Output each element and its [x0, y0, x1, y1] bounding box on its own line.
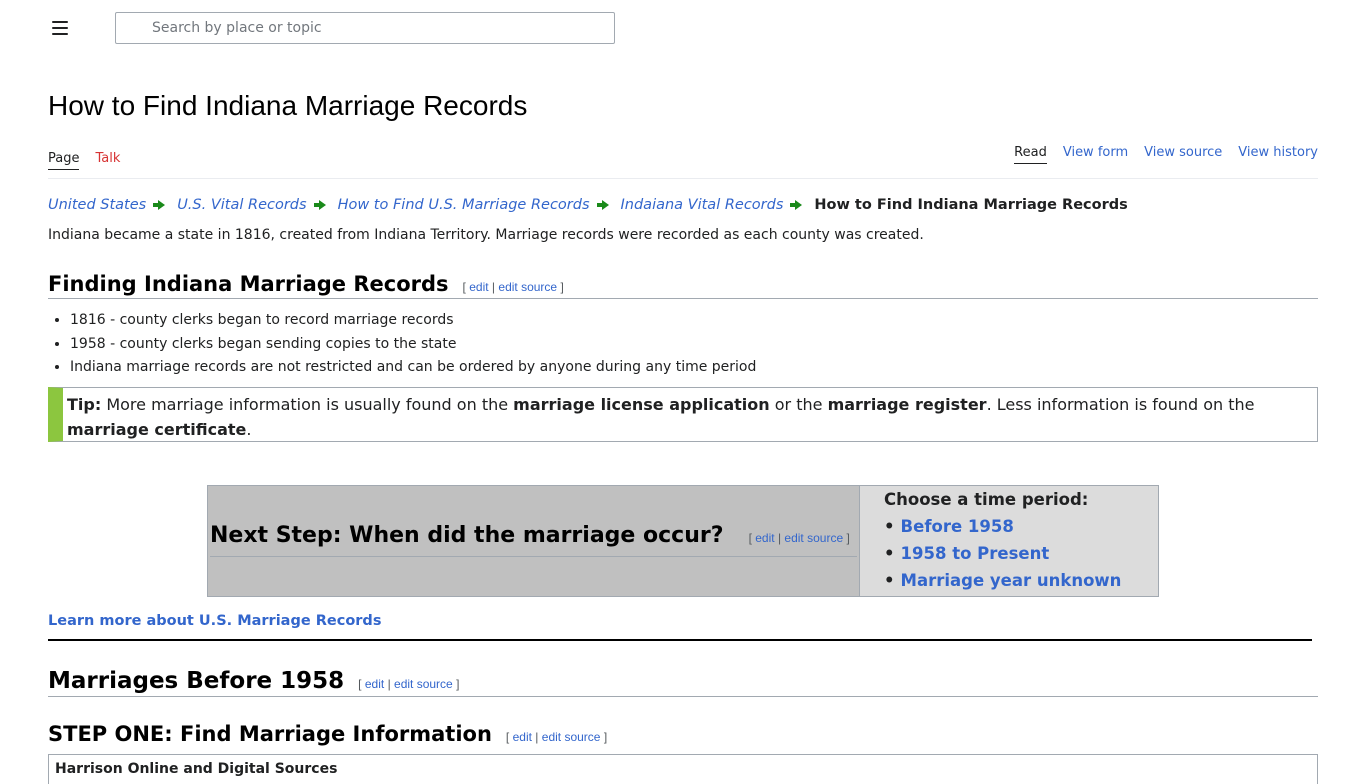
step-one-box: Harrison Online and Digital Sources: [48, 754, 1318, 784]
edit-link[interactable]: edit: [755, 531, 774, 545]
edit-link[interactable]: edit: [365, 677, 384, 691]
edit-section-links: [ edit | edit source ]: [505, 730, 608, 744]
edit-section-links: [ edit | edit source ]: [462, 280, 564, 294]
list-item: Before 1958: [884, 513, 1158, 540]
tip-label: Tip:: [67, 395, 102, 414]
list-item: 1958 - county clerks began sending copie…: [70, 333, 756, 357]
section-heading-next-step: Next Step: When did the marriage occur? …: [210, 520, 857, 557]
search-input[interactable]: [116, 13, 614, 43]
section-heading-step-one: STEP ONE: Find Marriage Information [ ed…: [48, 722, 607, 746]
link-before-1958[interactable]: Before 1958: [901, 517, 1014, 536]
edit-section-links: [ edit | edit source ]: [358, 677, 460, 691]
list-item: 1958 to Present: [884, 540, 1158, 567]
breadcrumb-us-marriage-records[interactable]: How to Find U.S. Marriage Records: [338, 197, 590, 213]
arrow-right-icon: [596, 200, 609, 210]
list-item: 1816 - county clerks began to record mar…: [70, 309, 756, 333]
next-step-panel: Next Step: When did the marriage occur? …: [208, 486, 859, 596]
tabs-divider: [48, 178, 1318, 179]
breadcrumb-us-vital-records[interactable]: U.S. Vital Records: [177, 197, 306, 213]
time-period-heading: Choose a time period:: [884, 490, 1089, 509]
search-box: [115, 12, 615, 44]
edit-link[interactable]: edit: [469, 280, 488, 294]
link-marriage-year-unknown[interactable]: Marriage year unknown: [901, 571, 1122, 590]
section-heading-finding: Finding Indiana Marriage Records [ edit …: [48, 272, 1318, 299]
section-heading-before-1958: Marriages Before 1958 [ edit | edit sour…: [48, 668, 1318, 697]
section-divider: [48, 639, 1312, 641]
arrow-right-icon: [790, 200, 803, 210]
time-period-list: Before 1958 1958 to Present Marriage yea…: [884, 513, 1158, 594]
section-title: Marriages Before 1958: [48, 668, 345, 694]
breadcrumb: United States U.S. Vital Records How to …: [48, 197, 1128, 213]
section-title: STEP ONE: Find Marriage Information: [48, 722, 492, 746]
edit-source-link[interactable]: edit source: [498, 280, 557, 294]
arrow-right-icon: [153, 200, 166, 210]
edit-source-link[interactable]: edit source: [394, 677, 453, 691]
step-box-title: Harrison Online and Digital Sources: [55, 761, 338, 777]
tab-view-source[interactable]: View source: [1144, 145, 1222, 164]
edit-source-link[interactable]: edit source: [784, 531, 843, 545]
section-title: Finding Indiana Marriage Records: [48, 272, 449, 296]
breadcrumb-united-states[interactable]: United States: [48, 197, 146, 213]
next-step-box: Next Step: When did the marriage occur? …: [207, 485, 1159, 597]
edit-source-link[interactable]: edit source: [542, 730, 601, 744]
intro-text: Indiana became a state in 1816, created …: [48, 227, 924, 243]
tab-read[interactable]: Read: [1014, 145, 1047, 164]
list-item: Indiana marriage records are not restric…: [70, 356, 756, 380]
breadcrumb-indiana-vital-records[interactable]: Indaiana Vital Records: [621, 197, 784, 213]
time-period-panel: Choose a time period: Before 1958 1958 t…: [859, 486, 1158, 596]
list-item: Marriage year unknown: [884, 567, 1158, 594]
edit-section-links: [ edit | edit source ]: [748, 531, 850, 545]
learn-more-link[interactable]: Learn more about U.S. Marriage Records: [48, 613, 381, 629]
section-title: Next Step: When did the marriage occur?: [210, 523, 724, 548]
tip-box: Tip: More marriage information is usuall…: [48, 387, 1318, 442]
tab-talk[interactable]: Talk: [95, 151, 120, 170]
tab-view-history[interactable]: View history: [1238, 145, 1318, 164]
link-1958-to-present[interactable]: 1958 to Present: [901, 544, 1050, 563]
hamburger-menu-icon[interactable]: [48, 16, 72, 40]
page-title: How to Find Indiana Marriage Records: [48, 90, 528, 121]
arrow-right-icon: [313, 200, 326, 210]
tab-view-form[interactable]: View form: [1063, 145, 1128, 164]
view-tabs: Read View form View source View history: [1014, 145, 1318, 164]
tab-page[interactable]: Page: [48, 151, 80, 170]
breadcrumb-current: How to Find Indiana Marriage Records: [814, 197, 1128, 213]
edit-link[interactable]: edit: [513, 730, 532, 744]
namespace-tabs: Page Talk: [48, 151, 120, 170]
facts-list: 1816 - county clerks began to record mar…: [48, 309, 756, 380]
top-bar: [0, 0, 1366, 60]
